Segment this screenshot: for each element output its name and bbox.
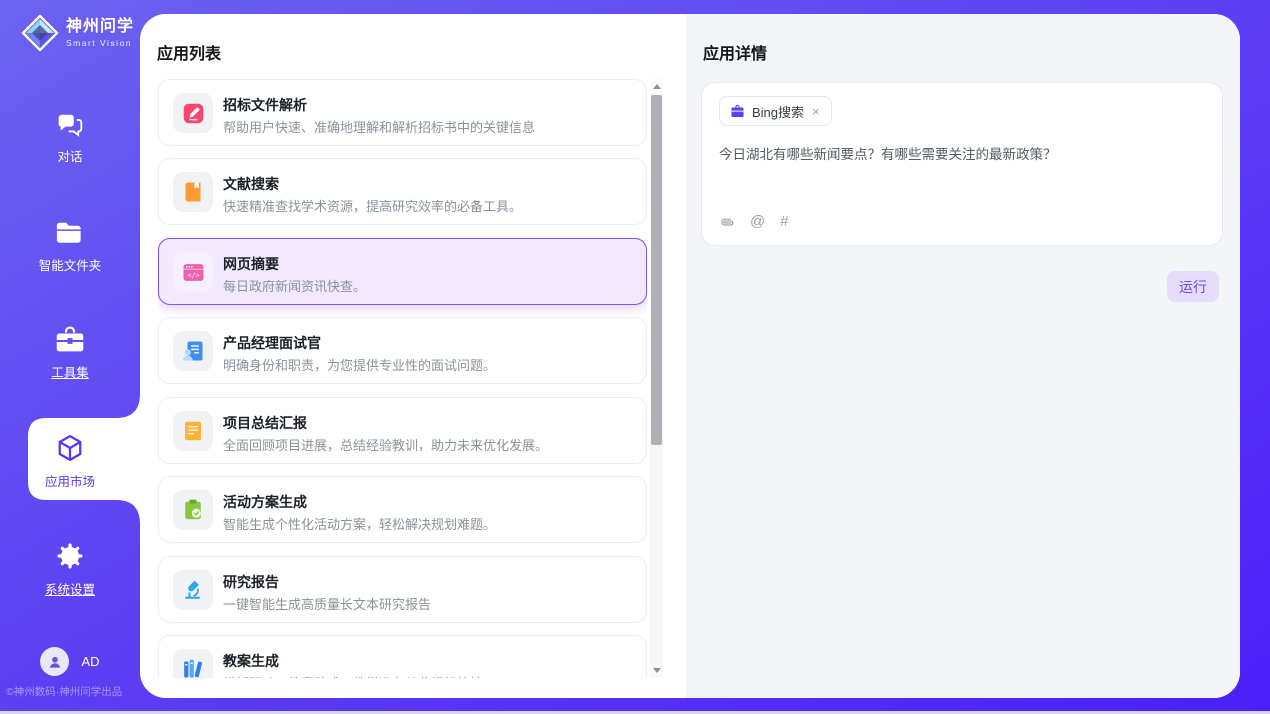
sidebar-item-label: 工具集	[51, 362, 89, 381]
books-icon	[181, 657, 205, 678]
prompt-text[interactable]: 今日湖北有哪些新闻要点？有哪些需要关注的最新政策？	[719, 145, 1199, 165]
user-badge[interactable]: AD	[0, 647, 140, 676]
mention-icon[interactable]: @	[750, 213, 765, 231]
folder-icon	[55, 221, 85, 247]
tool-tag-bing-search[interactable]: Bing搜索 ×	[719, 96, 832, 126]
toolbox-icon	[55, 326, 85, 354]
app-card-project-summary[interactable]: 项目总结汇报 全面回顾项目进展，总结经验教训，助力未来优化发展。	[158, 397, 647, 464]
paperclip-icon	[715, 210, 739, 234]
chat-icon	[56, 112, 84, 138]
tool-tag-label: Bing搜索	[752, 102, 804, 121]
sidebar-item-label: 应用市场	[45, 471, 95, 490]
sidebar-item-toolset[interactable]: 工具集	[0, 326, 140, 382]
sidebar-item-smart-folder[interactable]: 智能文件夹	[0, 221, 140, 275]
app-title: 研究报告	[223, 572, 279, 592]
avatar	[40, 647, 69, 676]
run-button[interactable]: 运行	[1167, 271, 1219, 302]
brand-logo-icon	[20, 13, 60, 53]
briefcase-icon	[730, 104, 745, 118]
prompt-editor[interactable]: Bing搜索 × 今日湖北有哪些新闻要点？有哪些需要关注的最新政策？ @ #	[701, 82, 1223, 246]
main-content: 应用列表 招标文件解析 帮助用户快速、准确地理解和解析招标书中的关键信息	[140, 14, 1240, 698]
sidebar-item-label: 智能文件夹	[39, 255, 102, 274]
copyright-text: ©神州数码·神州问学出品	[6, 684, 140, 699]
triangle-down-icon	[653, 668, 661, 673]
app-card-literature-search[interactable]: 文献搜索 快速精准查找学术资源，提高研究效率的必备工具。	[158, 158, 647, 225]
sidebar-item-label: 对话	[57, 146, 82, 165]
attach-file-button[interactable]	[719, 213, 735, 231]
clipboard-check-icon	[181, 498, 205, 522]
app-desc: 一键智能生成高质量长文本研究报告	[223, 594, 431, 613]
sidebar-item-label: 系统设置	[45, 579, 95, 598]
app-title: 文献搜索	[223, 174, 279, 194]
app-title: 网页摘要	[223, 254, 279, 274]
app-desc: 模板驱动，教案秒成，教学准备从此轻松快捷	[223, 673, 483, 678]
brand-name: 神州问学	[66, 18, 134, 36]
scroll-up-button[interactable]	[650, 79, 663, 94]
app-card-pm-interviewer[interactable]: 产品经理面试官 明确身份和职责，为您提供专业性的面试问题。	[158, 317, 647, 384]
scrollbar[interactable]	[650, 79, 663, 678]
close-icon[interactable]: ×	[811, 105, 821, 118]
scroll-down-button[interactable]	[650, 663, 663, 678]
sidebar-item-settings[interactable]: 系统设置	[0, 541, 140, 599]
book-icon	[181, 180, 205, 204]
user-initials: AD	[81, 654, 99, 669]
note-icon	[181, 419, 205, 443]
sidebar-item-chat[interactable]: 对话	[0, 112, 140, 166]
sidebar: 神州问学 Smart Vision 对话 智能文件夹 工具集	[0, 0, 140, 714]
svg-text:</>: </>	[187, 271, 199, 279]
triangle-up-icon	[653, 84, 661, 89]
app-list-panel: 应用列表 招标文件解析 帮助用户快速、准确地理解和解析招标书中的关键信息	[140, 14, 686, 698]
app-title: 教案生成	[223, 651, 279, 671]
app-desc: 快速精准查找学术资源，提高研究效率的必备工具。	[223, 196, 522, 215]
person-icon	[47, 654, 63, 670]
app-card-research-report[interactable]: 研究报告 一键智能生成高质量长文本研究报告	[158, 556, 647, 623]
brand-tagline: Smart Vision	[66, 38, 134, 48]
scrollbar-thumb[interactable]	[651, 95, 662, 445]
app-desc: 明确身份和职责，为您提供专业性的面试问题。	[223, 355, 496, 374]
app-title: 招标文件解析	[223, 95, 307, 115]
app-desc: 每日政府新闻资讯快查。	[223, 276, 366, 295]
page-title-app-detail: 应用详情	[703, 40, 767, 64]
doc-edit-icon	[181, 101, 206, 126]
webpage-code-icon: </>	[181, 260, 206, 285]
app-desc: 帮助用户快速、准确地理解和解析招标书中的关键信息	[223, 117, 535, 136]
app-desc: 全面回顾项目进展，总结经验教训，助力未来优化发展。	[223, 435, 548, 454]
sidebar-item-app-market[interactable]: 应用市场	[0, 433, 140, 491]
microscope-icon	[181, 578, 205, 602]
app-detail-panel: 应用详情 Bing搜索 × 今日湖北有哪些新闻要点？有哪些需要关注的最新政策？ …	[686, 14, 1240, 698]
cube-icon	[55, 433, 85, 463]
app-card-event-plan[interactable]: 活动方案生成 智能生成个性化活动方案，轻松解决规划难题。	[158, 476, 647, 543]
hash-icon[interactable]: #	[780, 213, 788, 231]
app-desc: 智能生成个性化活动方案，轻松解决规划难题。	[223, 514, 496, 533]
interview-doc-icon	[181, 339, 205, 363]
app-title: 项目总结汇报	[223, 413, 307, 433]
app-window: { "brand": { "name": "神州问学", "tagline": …	[0, 0, 1270, 714]
app-title: 活动方案生成	[223, 492, 307, 512]
page-title-app-list: 应用列表	[157, 40, 221, 64]
composer-toolbar: @ #	[719, 213, 789, 231]
app-card-webpage-summary[interactable]: </> 网页摘要 每日政府新闻资讯快查。	[158, 238, 647, 305]
gear-icon	[55, 541, 85, 571]
app-card-lesson-plan[interactable]: 教案生成 模板驱动，教案秒成，教学准备从此轻松快捷	[158, 635, 647, 678]
app-card-bid-doc-analysis[interactable]: 招标文件解析 帮助用户快速、准确地理解和解析招标书中的关键信息	[158, 79, 647, 146]
brand-logo: 神州问学 Smart Vision	[20, 13, 134, 53]
app-title: 产品经理面试官	[223, 333, 321, 353]
app-list-viewport: 招标文件解析 帮助用户快速、准确地理解和解析招标书中的关键信息 文献搜索 快速精…	[158, 79, 647, 678]
